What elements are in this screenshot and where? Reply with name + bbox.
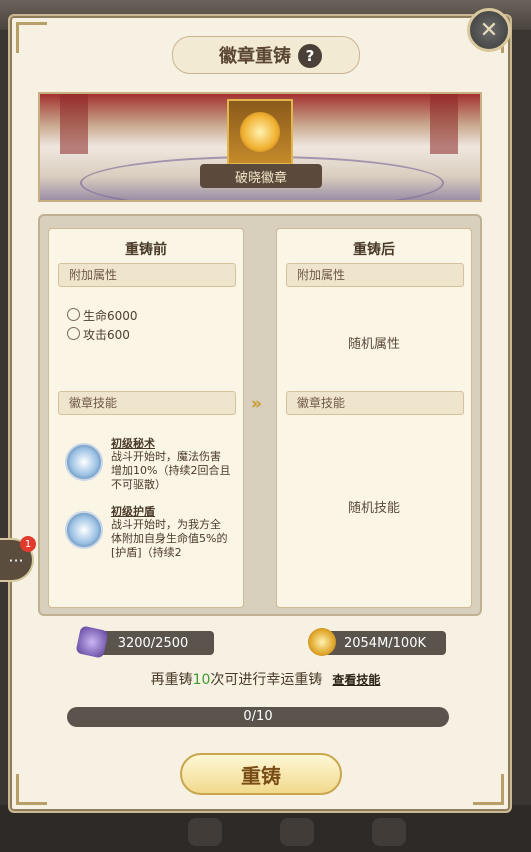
- reforge-button[interactable]: 重铸: [180, 753, 342, 795]
- chat-icon: ···: [8, 550, 24, 570]
- close-button[interactable]: ✕: [467, 8, 511, 52]
- skill-desc: 战斗开始时，魔法伤害增加10%（持续2回合且不可驱散）: [111, 450, 231, 491]
- corner-ornament: [16, 22, 47, 53]
- lucky-prefix: 再重铸: [150, 672, 193, 688]
- lucky-count: 10: [192, 672, 211, 688]
- dialog-title: 徽章重铸: [219, 46, 291, 67]
- after-card: 重铸后 附加属性 随机属性 徽章技能 随机技能: [276, 228, 472, 608]
- bottom-nav-icon: [280, 818, 314, 846]
- close-icon: ✕: [479, 17, 499, 43]
- before-skill-header: 徽章技能: [58, 391, 236, 415]
- dialog-title-plate: 徽章重铸: [172, 36, 360, 74]
- before-card: 重铸前 附加属性 生命6000 攻击600 徽章技能 初级秘术 战斗开始时，魔法…: [48, 228, 244, 608]
- view-skill-link[interactable]: 查看技能: [332, 673, 380, 687]
- material-counter: 3200/2500: [92, 631, 214, 655]
- corner-ornament: [16, 774, 47, 805]
- progress-text: 0/10: [243, 709, 273, 724]
- after-attr-header: 附加属性: [286, 263, 464, 287]
- after-skill-header: 徽章技能: [286, 391, 464, 415]
- before-attr-header: 附加属性: [58, 263, 236, 287]
- banner-pillar: [60, 94, 88, 154]
- lucky-reforge-line: 再重铸10次可进行幸运重铸 查看技能: [0, 669, 531, 689]
- bottom-nav-icon: [372, 818, 406, 846]
- badge-icon[interactable]: [227, 99, 293, 165]
- shield-rune-icon[interactable]: [65, 511, 103, 549]
- stat-attack-text: 攻击600: [83, 328, 130, 342]
- crystal-icon: [75, 625, 109, 659]
- gold-coin-icon: [308, 628, 336, 656]
- skill-desc: 战斗开始时，为我方全体附加自身生命值5%的[护盾]（持续2: [111, 518, 228, 559]
- reforge-label: 重铸: [241, 763, 281, 788]
- help-icon[interactable]: ?: [298, 44, 322, 68]
- badge-name: 破晓徽章: [200, 164, 322, 188]
- sword-icon: [67, 327, 80, 340]
- lucky-suffix: 次可进行幸运重铸: [210, 672, 323, 688]
- skill-name: 初级秘术: [111, 437, 155, 450]
- random-skill: 随机技能: [347, 501, 400, 516]
- banner-pillar: [430, 94, 458, 154]
- shield-heart-icon: [67, 308, 80, 321]
- random-attr: 随机属性: [347, 337, 400, 352]
- gold-counter: 2054M/100K: [324, 631, 446, 655]
- arrow-right-icon: »: [251, 394, 262, 414]
- badge-emblem-icon: [240, 112, 280, 152]
- skill-name: 初级护盾: [111, 505, 155, 518]
- before-title: 重铸前: [125, 242, 167, 258]
- notification-badge: 1: [20, 536, 36, 552]
- corner-ornament: [473, 774, 504, 805]
- stat-hp-text: 生命6000: [83, 309, 138, 323]
- stat-hp: 生命6000: [67, 307, 138, 324]
- eye-rune-icon[interactable]: [65, 443, 103, 481]
- after-title: 重铸后: [353, 242, 395, 258]
- help-glyph: ?: [305, 47, 315, 65]
- bottom-nav-icon: [188, 818, 222, 846]
- stat-attack: 攻击600: [67, 326, 130, 343]
